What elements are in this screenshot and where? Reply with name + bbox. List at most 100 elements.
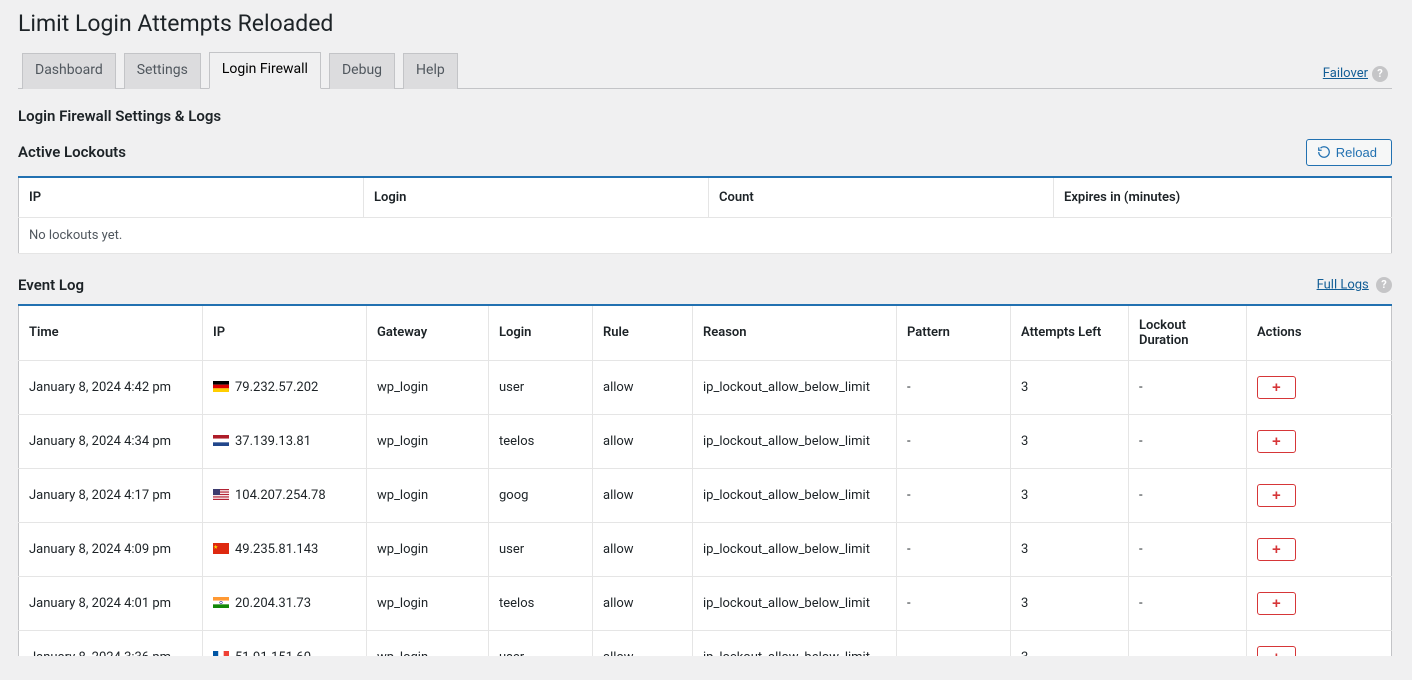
table-row: January 8, 2024 4:01 pm20.204.31.73wp_lo… [19, 576, 1392, 630]
failover-link[interactable]: Failover [1323, 66, 1368, 81]
cell-attempts: 3 [1011, 468, 1129, 522]
cell-login: user [489, 360, 593, 414]
event-log-table: Time IP Gateway Login Rule Reason Patter… [18, 306, 1392, 656]
lockouts-empty: No lockouts yet. [19, 217, 1392, 253]
cell-login: user [489, 522, 593, 576]
active-lockouts-table: IP Login Count Expires in (minutes) No l… [18, 176, 1392, 254]
page-title: Limit Login Attempts Reloaded [18, 10, 1392, 37]
cell-attempts: 3 [1011, 360, 1129, 414]
col-login: Login [489, 306, 593, 361]
flag-us-icon [213, 489, 229, 500]
cell-pattern: - [897, 468, 1011, 522]
add-button[interactable]: + [1257, 538, 1296, 561]
help-icon[interactable]: ? [1376, 277, 1392, 293]
flag-de-icon [213, 381, 229, 392]
cell-time: January 8, 2024 4:01 pm [19, 576, 203, 630]
cell-ip: 79.232.57.202 [203, 360, 367, 414]
cell-ip: 20.204.31.73 [203, 576, 367, 630]
cell-gateway: wp_login [367, 630, 489, 656]
event-log-title: Event Log [18, 276, 84, 294]
cell-gateway: wp_login [367, 468, 489, 522]
active-lockouts-title: Active Lockouts [18, 143, 126, 161]
help-icon[interactable]: ? [1372, 66, 1388, 82]
cell-pattern: - [897, 360, 1011, 414]
col-pattern: Pattern [897, 306, 1011, 361]
cell-gateway: wp_login [367, 522, 489, 576]
cell-login: teelos [489, 576, 593, 630]
cell-lockdur: - [1129, 468, 1247, 522]
table-row: January 8, 2024 3:36 pm51.91.151.60wp_lo… [19, 630, 1392, 656]
col-count: Count [709, 177, 1054, 218]
col-expires: Expires in (minutes) [1054, 177, 1392, 218]
col-rule: Rule [593, 306, 693, 361]
cell-time: January 8, 2024 4:42 pm [19, 360, 203, 414]
flag-fr-icon [213, 651, 229, 656]
cell-gateway: wp_login [367, 576, 489, 630]
cell-gateway: wp_login [367, 360, 489, 414]
cell-actions: + [1247, 468, 1392, 522]
cell-time: January 8, 2024 4:17 pm [19, 468, 203, 522]
cell-reason: ip_lockout_allow_below_limit [693, 522, 897, 576]
cell-reason: ip_lockout_allow_below_limit [693, 468, 897, 522]
cell-pattern: - [897, 414, 1011, 468]
reload-icon [1317, 145, 1331, 159]
cell-actions: + [1247, 360, 1392, 414]
reload-label: Reload [1336, 145, 1377, 160]
cell-attempts: 3 [1011, 630, 1129, 656]
cell-rule: allow [593, 468, 693, 522]
col-reason: Reason [693, 306, 897, 361]
cell-actions: + [1247, 522, 1392, 576]
cell-pattern: - [897, 576, 1011, 630]
col-gateway: Gateway [367, 306, 489, 361]
flag-in-icon [213, 597, 229, 608]
col-lockdur: Lockout Duration [1129, 306, 1247, 361]
cell-login: user [489, 630, 593, 656]
tab-login-firewall[interactable]: Login Firewall [209, 52, 321, 89]
cell-actions: + [1247, 414, 1392, 468]
col-ip: IP [19, 177, 364, 218]
add-button[interactable]: + [1257, 592, 1296, 615]
cell-lockdur: - [1129, 576, 1247, 630]
add-button[interactable]: + [1257, 376, 1296, 399]
tab-debug[interactable]: Debug [329, 53, 395, 89]
cell-ip: 51.91.151.60 [203, 630, 367, 656]
cell-reason: ip_lockout_allow_below_limit [693, 630, 897, 656]
reload-button[interactable]: Reload [1306, 139, 1392, 166]
table-row: January 8, 2024 4:42 pm79.232.57.202wp_l… [19, 360, 1392, 414]
table-row: January 8, 2024 4:34 pm37.139.13.81wp_lo… [19, 414, 1392, 468]
col-attempts: Attempts Left [1011, 306, 1129, 361]
cell-ip: 104.207.254.78 [203, 468, 367, 522]
cell-login: goog [489, 468, 593, 522]
cell-rule: allow [593, 414, 693, 468]
cell-attempts: 3 [1011, 414, 1129, 468]
section-settings-title: Login Firewall Settings & Logs [18, 107, 1392, 125]
cell-login: teelos [489, 414, 593, 468]
tab-settings[interactable]: Settings [124, 53, 201, 89]
cell-pattern: - [897, 522, 1011, 576]
table-row: January 8, 2024 4:17 pm104.207.254.78wp_… [19, 468, 1392, 522]
cell-actions: + [1247, 630, 1392, 656]
add-button[interactable]: + [1257, 430, 1296, 453]
cell-time: January 8, 2024 4:34 pm [19, 414, 203, 468]
add-button[interactable]: + [1257, 484, 1296, 507]
cell-reason: ip_lockout_allow_below_limit [693, 414, 897, 468]
cell-reason: ip_lockout_allow_below_limit [693, 360, 897, 414]
add-button[interactable]: + [1257, 646, 1296, 656]
tab-dashboard[interactable]: Dashboard [22, 53, 116, 89]
cell-lockdur: - [1129, 630, 1247, 656]
cell-rule: allow [593, 522, 693, 576]
col-ip: IP [203, 306, 367, 361]
full-logs-link[interactable]: Full Logs [1317, 277, 1369, 292]
flag-nl-icon [213, 435, 229, 446]
cell-actions: + [1247, 576, 1392, 630]
cell-rule: allow [593, 576, 693, 630]
cell-lockdur: - [1129, 360, 1247, 414]
cell-rule: allow [593, 360, 693, 414]
tab-help[interactable]: Help [403, 53, 458, 89]
col-time: Time [19, 306, 203, 361]
tab-bar: DashboardSettingsLogin FirewallDebugHelp… [18, 49, 1392, 89]
cell-attempts: 3 [1011, 576, 1129, 630]
event-log-scroll[interactable]: Time IP Gateway Login Rule Reason Patter… [18, 304, 1392, 656]
cell-lockdur: - [1129, 414, 1247, 468]
cell-pattern: - [897, 630, 1011, 656]
